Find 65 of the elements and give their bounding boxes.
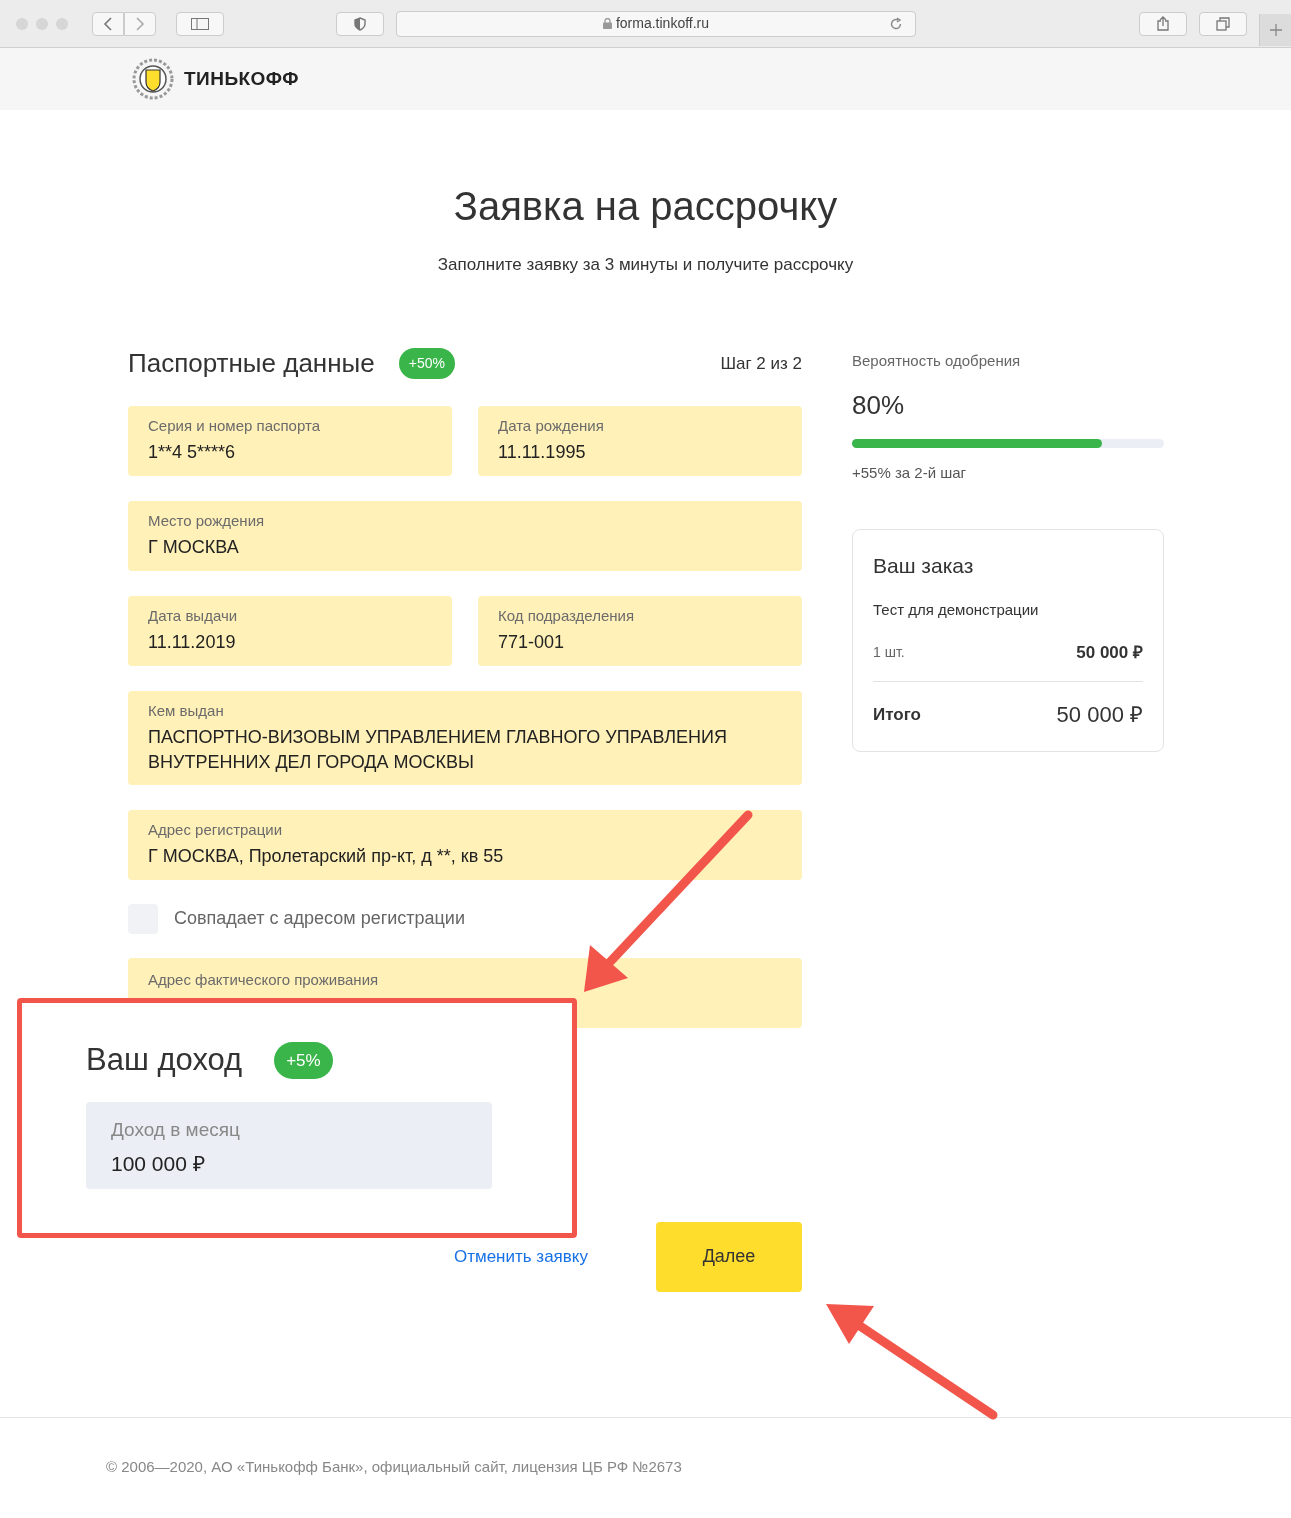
tabs-icon — [1216, 16, 1230, 31]
approval-label: Вероятность одобрения — [852, 350, 1022, 371]
field-label: Дата рождения — [498, 415, 605, 436]
approval-value: 80% — [852, 389, 906, 422]
text-field[interactable]: Адрес регистрации Г МОСКВА, Пролетарский пр-кт, д **, кв 55 — [128, 809, 802, 880]
step-counter: Шаг 2 из 2 — [720, 352, 802, 375]
field-value: 11.11.1995 — [498, 440, 587, 464]
share-icon — [1157, 16, 1169, 31]
item-price: 50 000 ₽ — [1076, 641, 1143, 664]
field-label: Адрес регистрации — [148, 819, 284, 840]
total-label: Итого — [873, 703, 921, 726]
field-label: Доход в месяц — [111, 1117, 241, 1142]
text-field[interactable]: Код подразделения 771-001 — [478, 595, 802, 666]
shield-icon — [354, 16, 366, 31]
lock-icon — [602, 18, 612, 29]
field-value: Г МОСКВА — [148, 535, 240, 559]
page-subtitle: Заполните заявку за 3 минуты и получите рассрочку — [437, 254, 854, 276]
field-label: Дата выдачи — [148, 605, 239, 626]
percent-badge: +50% — [398, 348, 455, 379]
back-button[interactable] — [92, 11, 124, 36]
logo-icon[interactable] — [130, 58, 176, 100]
cancel-link[interactable]: Отменить заявку — [453, 1243, 588, 1270]
text-field[interactable]: Дата рождения 11.11.1995 — [478, 405, 802, 476]
section-title: Паспортные данные — [128, 347, 375, 380]
field-value: 1**4 5****6 — [148, 440, 237, 464]
checkbox-label: Совпадает с адресом регистрации — [174, 907, 465, 930]
page-title: Заявка на рассрочку — [453, 183, 838, 230]
field-label: Кем выдан — [148, 700, 225, 721]
brand-name[interactable]: ТИНЬКОФФ — [184, 64, 299, 94]
order-item: Тест для демонстрации — [873, 600, 1040, 620]
address-bar[interactable]: forma.tinkoff.ru — [396, 10, 916, 37]
order-title: Ваш заказ — [873, 552, 975, 579]
chevron-right-icon — [135, 16, 145, 31]
percent-badge: +5% — [274, 1041, 333, 1079]
forward-button[interactable] — [124, 11, 156, 36]
text-field[interactable]: Кем выдан ПАСПОРТНО-ВИЗОВЫМ УПРАВЛЕНИЕМ ГЛАВНОГО УПРАВЛЕНИЯ ВНУТРЕННИХ ДЕЛ ГОРОДА МОСКВЫ — [128, 690, 802, 785]
total-price: 50 000 ₽ — [1056, 701, 1143, 729]
url-text: forma.tinkoff.ru — [615, 14, 710, 33]
approval-note: +55% за 2-й шаг — [852, 463, 968, 483]
field-label: Серия и номер паспорта — [148, 415, 321, 436]
field-value: ПАСПОРТНО-ВИЗОВЫМ УПРАВЛЕНИЕМ ГЛАВНОГО УПРАВЛЕНИЯ ВНУТРЕННИХ ДЕЛ ГОРОДА МОСКВЫ — [148, 725, 728, 774]
footer-text: © 2006—2020, АО «Тинькофф Банк», официальный сайт, лицензия ЦБ РФ №2673 — [106, 1457, 683, 1477]
shield-button[interactable] — [336, 11, 384, 36]
sidebar-icon — [191, 17, 209, 30]
text-field[interactable]: Серия и номер паспорта 1**4 5****6 — [128, 405, 452, 476]
next-button[interactable]: Далее — [656, 1221, 802, 1292]
quantity: 1 шт. — [873, 642, 905, 662]
text-field[interactable]: Дата выдачи 11.11.2019 — [128, 595, 452, 666]
field-value: Г МОСКВА, Пролетарский пр-кт, д **, кв 55 — [148, 844, 505, 868]
new-tab-button[interactable] — [1259, 13, 1291, 46]
field-value: 100 000 ₽ — [111, 1151, 206, 1177]
sidebar-button[interactable] — [176, 11, 224, 36]
plus-icon — [1269, 23, 1282, 36]
tabs-button[interactable] — [1199, 11, 1247, 36]
field-label: Код подразделения — [498, 605, 636, 626]
reload-icon[interactable] — [889, 16, 903, 31]
field-value: 11.11.2019 — [148, 630, 237, 654]
income-field[interactable]: Доход в месяц 100 000 ₽ — [86, 1101, 492, 1189]
field-value: 771-001 — [498, 630, 566, 654]
field-label: Место рождения — [148, 510, 266, 531]
field-label: Адрес фактического проживания — [148, 969, 380, 990]
income-title: Ваш доход — [86, 1041, 243, 1079]
chevron-left-icon — [103, 16, 113, 31]
share-button[interactable] — [1139, 11, 1187, 36]
text-field[interactable]: Место рождения Г МОСКВА — [128, 500, 802, 571]
